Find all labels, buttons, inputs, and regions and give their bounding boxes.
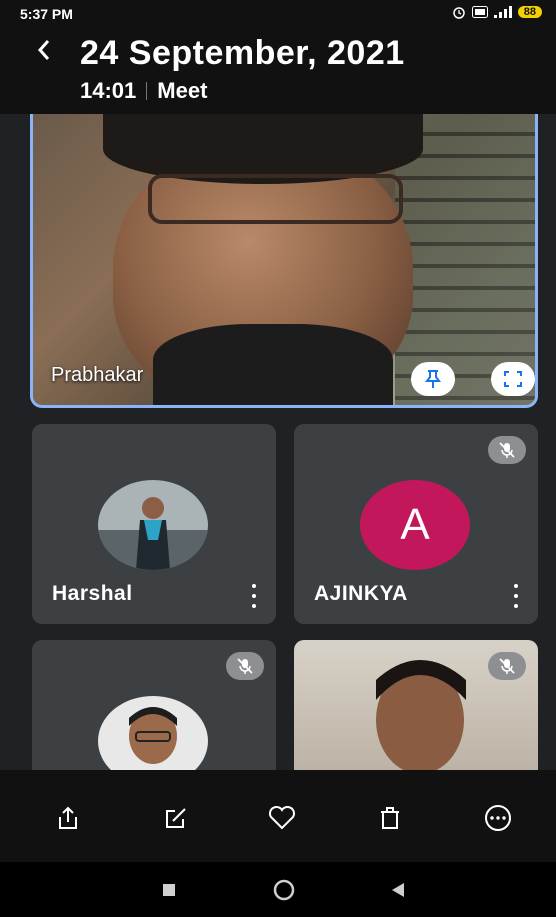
status-time: 5:37 PM <box>20 6 73 22</box>
participant-mask <box>153 324 393 405</box>
back-icon <box>392 883 404 897</box>
participant-glasses <box>148 174 403 224</box>
participant-tile[interactable]: A AJINKYA <box>294 424 538 624</box>
fullscreen-icon <box>504 371 522 387</box>
participant-name: Harshal <box>52 582 133 605</box>
recents-icon <box>163 884 175 896</box>
avatar: A <box>360 480 470 570</box>
meeting-grid: Prabhakar Harshal A AJINKYA <box>0 114 556 770</box>
back-button[interactable] <box>36 36 52 70</box>
participant-video <box>376 660 466 770</box>
pin-button[interactable] <box>411 362 455 396</box>
more-button[interactable] <box>480 800 516 836</box>
signal-icon <box>493 6 512 18</box>
chevron-left-icon <box>37 40 50 60</box>
battery-icon: 88 <box>517 6 542 18</box>
page-title: 24 September, 2021 <box>80 34 405 72</box>
recents-button[interactable] <box>157 879 181 901</box>
delete-button[interactable] <box>372 800 408 836</box>
mic-off-icon <box>488 436 526 464</box>
page-subtitle: 14:01 Meet <box>80 78 207 104</box>
more-options-button[interactable] <box>244 584 264 608</box>
more-icon <box>485 805 511 831</box>
favorite-icon <box>268 805 296 830</box>
avatar <box>98 696 208 770</box>
avatar <box>98 480 208 570</box>
participant-tile[interactable]: Harshal <box>32 424 276 624</box>
alarm-icon <box>453 7 465 19</box>
fullscreen-button[interactable] <box>491 362 535 396</box>
edit-icon <box>166 808 186 828</box>
back-nav-button[interactable] <box>386 879 410 901</box>
home-button[interactable] <box>272 879 296 901</box>
favorite-button[interactable] <box>264 800 300 836</box>
participant-name: Prabhakar <box>51 364 144 386</box>
participant-name: AJINKYA <box>314 582 408 605</box>
share-icon <box>59 806 77 829</box>
participant-tile[interactable] <box>32 640 276 770</box>
mic-off-icon <box>226 652 264 680</box>
status-icons: 88 <box>452 5 542 19</box>
divider <box>146 82 148 100</box>
pin-icon <box>425 370 441 388</box>
time-label: 14:01 <box>80 78 137 103</box>
share-button[interactable] <box>50 800 86 836</box>
main-video-tile[interactable]: Prabhakar <box>30 114 538 408</box>
participant-video-tile[interactable] <box>294 640 538 770</box>
more-options-button[interactable] <box>506 584 526 608</box>
status-bar: 5:37 PM 88 <box>0 0 556 28</box>
bottom-toolbar <box>0 770 556 862</box>
edit-button[interactable] <box>158 800 194 836</box>
system-nav-bar <box>0 862 556 917</box>
app-label: Meet <box>157 78 208 103</box>
home-icon <box>273 879 295 901</box>
header: 24 September, 2021 14:01 Meet <box>0 28 556 114</box>
delete-icon <box>381 807 399 829</box>
volte-icon <box>471 6 488 18</box>
